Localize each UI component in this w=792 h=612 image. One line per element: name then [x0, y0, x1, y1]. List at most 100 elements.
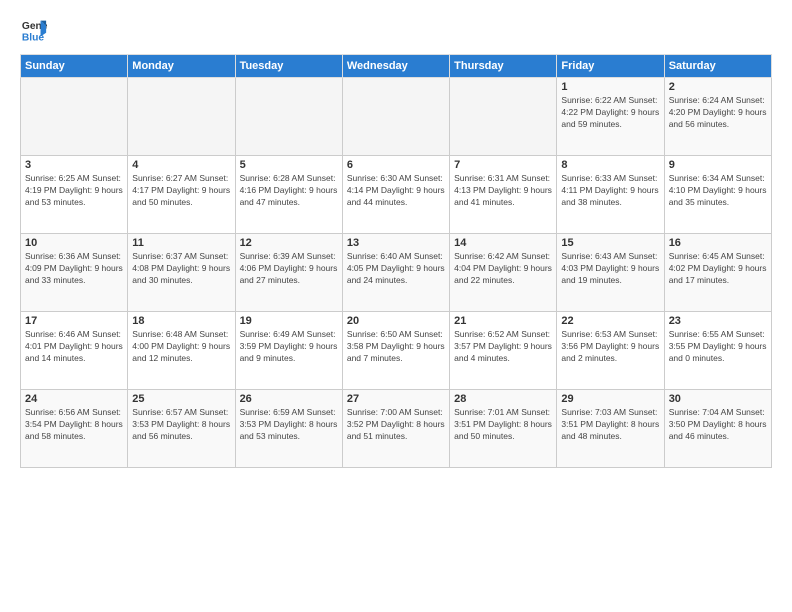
day-number: 11 — [132, 237, 230, 249]
day-number: 4 — [132, 159, 230, 171]
day-info: Sunrise: 6:45 AM Sunset: 4:02 PM Dayligh… — [669, 251, 767, 287]
day-number: 14 — [454, 237, 552, 249]
calendar-cell: 15Sunrise: 6:43 AM Sunset: 4:03 PM Dayli… — [557, 234, 664, 312]
calendar-cell: 10 Sunrise: 6:36 AM Sunset: 4:09 PM Dayli… — [21, 234, 128, 312]
day-number: 2 — [669, 81, 767, 93]
calendar-cell: 19 Sunrise: 6:49 AM Sunset: 3:59 PM Dayli… — [235, 312, 342, 390]
day-number: 27 — [347, 393, 445, 405]
calendar-cell: 23 Sunrise: 6:55 AM Sunset: 3:55 PM Dayli… — [664, 312, 771, 390]
calendar-cell: 27 Sunrise: 7:00 AM Sunset: 3:52 PM Dayli… — [342, 390, 449, 468]
calendar-table: SundayMondayTuesdayWednesdayThursdayFrid… — [20, 54, 772, 468]
calendar-cell: 14Sunrise: 6:42 AM Sunset: 4:04 PM Dayli… — [450, 234, 557, 312]
day-info: Sunrise: 6:56 AM Sunset: 3:54 PM Dayligh… — [25, 407, 123, 443]
day-info: Sunrise: 6:50 AM Sunset: 3:58 PM Dayligh… — [347, 329, 445, 365]
calendar-cell — [21, 78, 128, 156]
calendar-cell: 6 Sunrise: 6:30 AM Sunset: 4:14 PM Daylig… — [342, 156, 449, 234]
calendar-cell: 12 Sunrise: 6:39 AM Sunset: 4:06 PM Dayli… — [235, 234, 342, 312]
calendar-cell: 25 Sunrise: 6:57 AM Sunset: 3:53 PM Dayli… — [128, 390, 235, 468]
calendar-cell: 11 Sunrise: 6:37 AM Sunset: 4:08 PM Dayli… — [128, 234, 235, 312]
day-info: Sunrise: 7:01 AM Sunset: 3:51 PM Dayligh… — [454, 407, 552, 443]
calendar-cell: 8Sunrise: 6:33 AM Sunset: 4:11 PM Daylig… — [557, 156, 664, 234]
col-header-tuesday: Tuesday — [235, 55, 342, 78]
calendar-week-row: 1 Sunrise: 6:22 AM Sunset: 4:22 PM Daylig… — [21, 78, 772, 156]
day-info: Sunrise: 6:25 AM Sunset: 4:19 PM Dayligh… — [25, 173, 123, 209]
day-number: 12 — [240, 237, 338, 249]
day-info: Sunrise: 7:04 AM Sunset: 3:50 PM Dayligh… — [669, 407, 767, 443]
calendar-cell: 30 Sunrise: 7:04 AM Sunset: 3:50 PM Dayli… — [664, 390, 771, 468]
calendar-cell: 20 Sunrise: 6:50 AM Sunset: 3:58 PM Dayli… — [342, 312, 449, 390]
calendar-header-row: SundayMondayTuesdayWednesdayThursdayFrid… — [21, 55, 772, 78]
col-header-saturday: Saturday — [664, 55, 771, 78]
calendar-cell: 21 Sunrise: 6:52 AM Sunset: 3:57 PM Dayli… — [450, 312, 557, 390]
calendar-week-row: 17 Sunrise: 6:46 AM Sunset: 4:01 PM Dayli… — [21, 312, 772, 390]
calendar-cell: 7 Sunrise: 6:31 AM Sunset: 4:13 PM Daylig… — [450, 156, 557, 234]
calendar-cell: 26 Sunrise: 6:59 AM Sunset: 3:53 PM Dayli… — [235, 390, 342, 468]
day-info: Sunrise: 6:48 AM Sunset: 4:00 PM Dayligh… — [132, 329, 230, 365]
day-number: 7 — [454, 159, 552, 171]
day-number: 3 — [25, 159, 123, 171]
day-number: 13 — [347, 237, 445, 249]
col-header-monday: Monday — [128, 55, 235, 78]
day-number: 28 — [454, 393, 552, 405]
calendar-cell: 16Sunrise: 6:45 AM Sunset: 4:02 PM Dayli… — [664, 234, 771, 312]
col-header-wednesday: Wednesday — [342, 55, 449, 78]
day-number: 18 — [132, 315, 230, 327]
calendar-cell: 1 Sunrise: 6:22 AM Sunset: 4:22 PM Daylig… — [557, 78, 664, 156]
day-info: Sunrise: 6:49 AM Sunset: 3:59 PM Dayligh… — [240, 329, 338, 365]
day-info: Sunrise: 6:40 AM Sunset: 4:05 PM Dayligh… — [347, 251, 445, 287]
calendar-cell — [235, 78, 342, 156]
day-info: Sunrise: 6:34 AM Sunset: 4:10 PM Dayligh… — [669, 173, 767, 209]
logo-icon: General Blue — [20, 16, 48, 44]
page-header: General Blue — [20, 16, 772, 44]
day-number: 30 — [669, 393, 767, 405]
day-info: Sunrise: 6:55 AM Sunset: 3:55 PM Dayligh… — [669, 329, 767, 365]
calendar-cell — [128, 78, 235, 156]
day-number: 17 — [25, 315, 123, 327]
calendar-cell: 4 Sunrise: 6:27 AM Sunset: 4:17 PM Daylig… — [128, 156, 235, 234]
calendar-cell: 2 Sunrise: 6:24 AM Sunset: 4:20 PM Daylig… — [664, 78, 771, 156]
day-info: Sunrise: 6:52 AM Sunset: 3:57 PM Dayligh… — [454, 329, 552, 365]
day-number: 22 — [561, 315, 659, 327]
day-number: 24 — [25, 393, 123, 405]
day-info: Sunrise: 6:53 AM Sunset: 3:56 PM Dayligh… — [561, 329, 659, 365]
day-info: Sunrise: 6:31 AM Sunset: 4:13 PM Dayligh… — [454, 173, 552, 209]
day-number: 6 — [347, 159, 445, 171]
day-info: Sunrise: 6:27 AM Sunset: 4:17 PM Dayligh… — [132, 173, 230, 209]
calendar-cell: 13 Sunrise: 6:40 AM Sunset: 4:05 PM Dayli… — [342, 234, 449, 312]
day-number: 1 — [561, 81, 659, 93]
day-number: 19 — [240, 315, 338, 327]
calendar-cell: 22 Sunrise: 6:53 AM Sunset: 3:56 PM Dayli… — [557, 312, 664, 390]
day-info: Sunrise: 6:43 AM Sunset: 4:03 PM Dayligh… — [561, 251, 659, 287]
day-info: Sunrise: 6:37 AM Sunset: 4:08 PM Dayligh… — [132, 251, 230, 287]
day-info: Sunrise: 6:24 AM Sunset: 4:20 PM Dayligh… — [669, 95, 767, 131]
day-info: Sunrise: 6:46 AM Sunset: 4:01 PM Dayligh… — [25, 329, 123, 365]
calendar-cell — [450, 78, 557, 156]
day-info: Sunrise: 6:22 AM Sunset: 4:22 PM Dayligh… — [561, 95, 659, 131]
day-number: 25 — [132, 393, 230, 405]
day-number: 10 — [25, 237, 123, 249]
day-number: 23 — [669, 315, 767, 327]
day-number: 26 — [240, 393, 338, 405]
day-info: Sunrise: 7:03 AM Sunset: 3:51 PM Dayligh… — [561, 407, 659, 443]
day-info: Sunrise: 6:39 AM Sunset: 4:06 PM Dayligh… — [240, 251, 338, 287]
day-number: 21 — [454, 315, 552, 327]
day-info: Sunrise: 6:57 AM Sunset: 3:53 PM Dayligh… — [132, 407, 230, 443]
day-info: Sunrise: 6:30 AM Sunset: 4:14 PM Dayligh… — [347, 173, 445, 209]
calendar-week-row: 3 Sunrise: 6:25 AM Sunset: 4:19 PM Daylig… — [21, 156, 772, 234]
calendar-cell: 28 Sunrise: 7:01 AM Sunset: 3:51 PM Dayli… — [450, 390, 557, 468]
day-info: Sunrise: 6:28 AM Sunset: 4:16 PM Dayligh… — [240, 173, 338, 209]
day-info: Sunrise: 6:36 AM Sunset: 4:09 PM Dayligh… — [25, 251, 123, 287]
col-header-thursday: Thursday — [450, 55, 557, 78]
day-info: Sunrise: 6:33 AM Sunset: 4:11 PM Dayligh… — [561, 173, 659, 209]
calendar-cell: 9Sunrise: 6:34 AM Sunset: 4:10 PM Daylig… — [664, 156, 771, 234]
col-header-sunday: Sunday — [21, 55, 128, 78]
calendar-cell — [342, 78, 449, 156]
day-info: Sunrise: 7:00 AM Sunset: 3:52 PM Dayligh… — [347, 407, 445, 443]
calendar-cell: 24 Sunrise: 6:56 AM Sunset: 3:54 PM Dayli… — [21, 390, 128, 468]
logo: General Blue — [20, 16, 52, 44]
day-number: 20 — [347, 315, 445, 327]
day-info: Sunrise: 6:59 AM Sunset: 3:53 PM Dayligh… — [240, 407, 338, 443]
calendar-cell: 18 Sunrise: 6:48 AM Sunset: 4:00 PM Dayli… — [128, 312, 235, 390]
calendar-cell: 3 Sunrise: 6:25 AM Sunset: 4:19 PM Daylig… — [21, 156, 128, 234]
col-header-friday: Friday — [557, 55, 664, 78]
